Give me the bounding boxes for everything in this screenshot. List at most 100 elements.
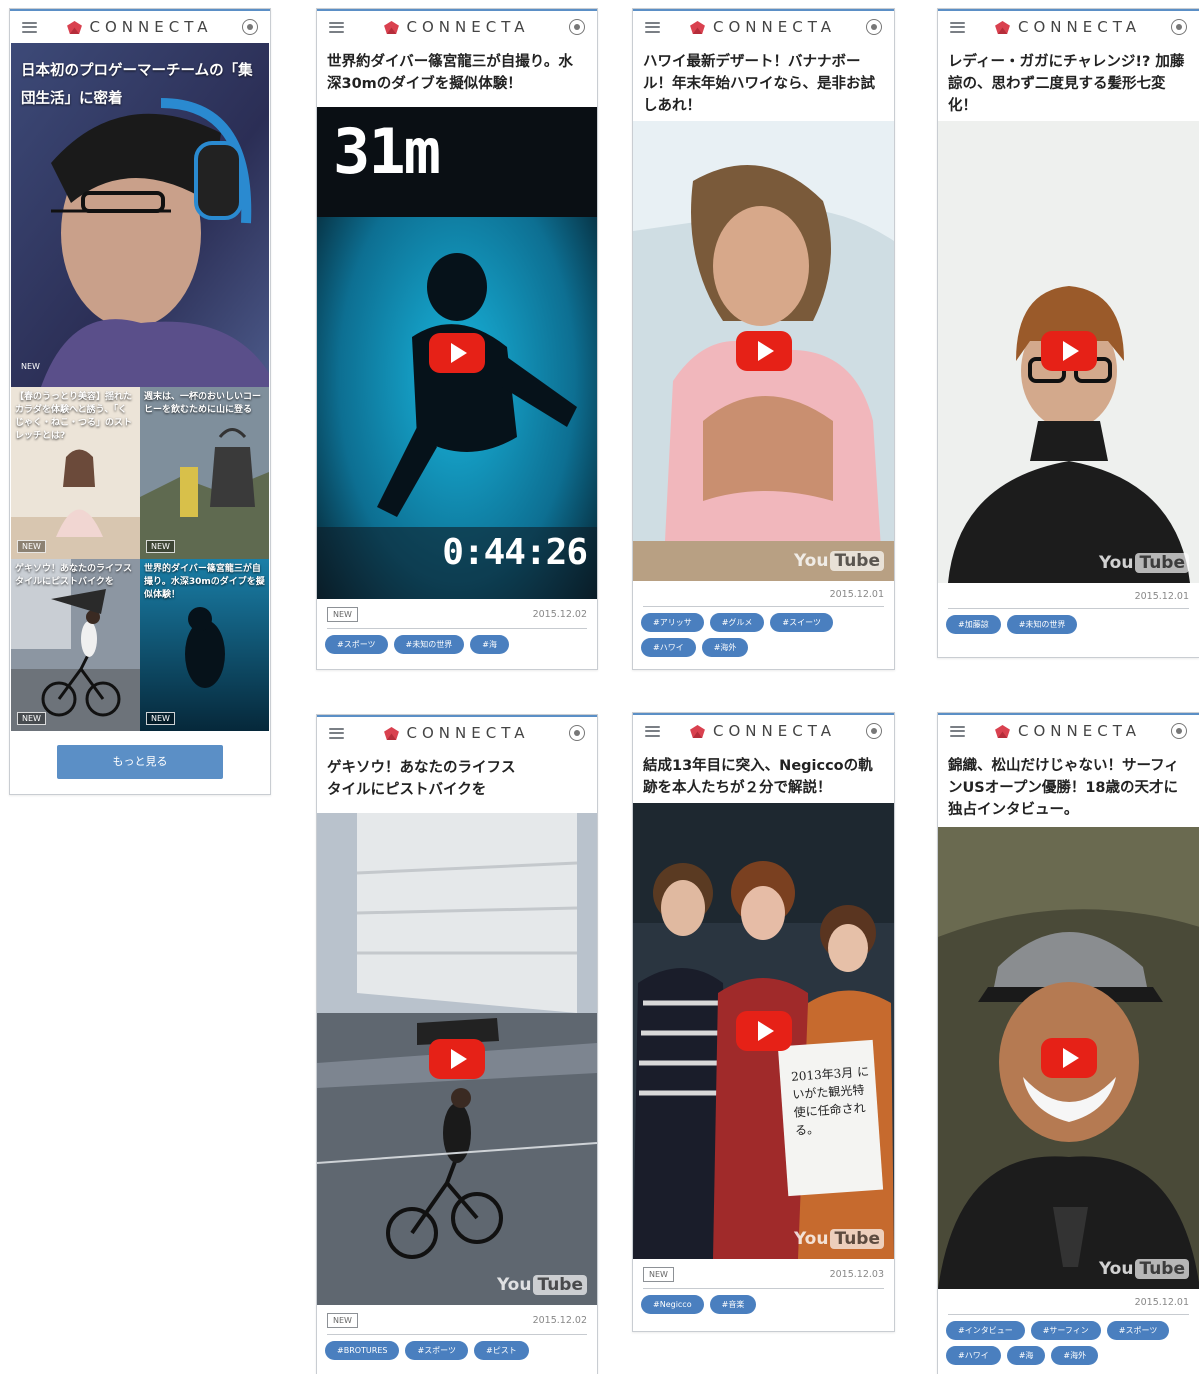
- settings-icon[interactable]: [1171, 723, 1187, 739]
- app-header: CONNECTA: [317, 715, 597, 749]
- grid-article-stretch[interactable]: 【春のうっとり美容】揺れたカラダを体験へと誘う、「くじゃく・ねこ・つる」のストレ…: [11, 387, 140, 559]
- publish-date: 2015.12.03: [829, 1269, 884, 1280]
- menu-icon[interactable]: [22, 21, 37, 33]
- publish-date: 2015.12.01: [1134, 1297, 1189, 1308]
- tag-list: #BROTURES #スポーツ #ピスト: [317, 1341, 597, 1366]
- tag[interactable]: #加藤諒: [946, 615, 1001, 634]
- tag-list: #スポーツ #未知の世界 #海: [317, 635, 597, 660]
- brand-logo[interactable]: CONNECTA: [995, 722, 1141, 740]
- settings-icon[interactable]: [866, 19, 882, 35]
- youtube-logo: You Tube: [1099, 553, 1189, 573]
- video-player[interactable]: You Tube: [317, 813, 597, 1305]
- tag[interactable]: #アリッサ: [641, 613, 704, 632]
- menu-icon[interactable]: [645, 725, 660, 737]
- grid-article-title: 世界的ダイバー篠宮龍三が自撮り。水深30mのダイブを擬似体験！: [144, 564, 265, 600]
- brand-name: CONNECTA: [406, 18, 530, 36]
- play-icon[interactable]: [1040, 1038, 1097, 1078]
- tag[interactable]: #ハワイ: [641, 638, 696, 657]
- tag[interactable]: #未知の世界: [393, 635, 465, 654]
- brand-name: CONNECTA: [89, 18, 213, 36]
- divider: [643, 606, 884, 607]
- article-meta: NEW 2015.12.02: [317, 599, 597, 626]
- brand-name: CONNECTA: [713, 722, 836, 740]
- video-player[interactable]: 31m 0:44:26: [317, 107, 597, 599]
- sign-text: 2013年3月 にいがた観光特使に任命される。: [790, 1064, 870, 1138]
- menu-icon[interactable]: [950, 725, 965, 737]
- menu-icon[interactable]: [645, 21, 660, 33]
- brand-logo[interactable]: CONNECTA: [995, 18, 1141, 36]
- tag[interactable]: #グルメ: [709, 613, 765, 632]
- brand-logo[interactable]: CONNECTA: [66, 18, 213, 36]
- tag[interactable]: #海外: [1051, 1346, 1099, 1365]
- video-player[interactable]: 2013年3月 にいがた観光特使に任命される。 You Tube: [633, 803, 894, 1259]
- new-badge: NEW: [17, 712, 46, 725]
- article-meta: NEW 2015.12.02: [317, 1305, 597, 1332]
- home-content: 日本初のプロゲーマーチームの「集団生活」に密着 NEW 【春のうっとり美容】揺れ…: [10, 43, 270, 779]
- tag[interactable]: #スポーツ: [1106, 1321, 1170, 1340]
- menu-icon[interactable]: [329, 727, 344, 739]
- divider: [643, 1288, 884, 1289]
- hero-title: 日本初のプロゲーマーチームの「集団生活」に密着: [21, 63, 253, 107]
- article-meta: 2015.12.01: [938, 1289, 1199, 1312]
- settings-icon[interactable]: [866, 723, 882, 739]
- settings-icon[interactable]: [1171, 19, 1187, 35]
- tag[interactable]: #スイーツ: [770, 613, 833, 632]
- video-player[interactable]: You Tube: [938, 121, 1199, 583]
- video-player[interactable]: You Tube: [633, 121, 894, 581]
- grid-article-title: 週末は、一杯のおいしいコーヒーを飲むために山に登る: [144, 392, 262, 415]
- new-badge: NEW: [17, 540, 46, 553]
- settings-icon[interactable]: [569, 725, 585, 741]
- grid-article-title: ゲキソウ！あなたのライフスタイルにピストバイクを: [15, 564, 133, 587]
- youtube-logo: You Tube: [794, 1229, 884, 1249]
- play-icon[interactable]: [735, 331, 792, 371]
- play-icon[interactable]: [735, 1011, 792, 1051]
- play-icon[interactable]: [1040, 331, 1097, 371]
- phone-video-negicco: CONNECTA 結成13年目に突入、Negiccoの軌跡を本人たちが２分で解説…: [632, 712, 895, 1332]
- youtube-logo: You Tube: [497, 1275, 587, 1295]
- publish-date: 2015.12.02: [532, 1315, 587, 1326]
- article-title: 錦織、松山だけじゃない！サーフィンUSオープン優勝！18歳の天才に独占インタビュ…: [948, 758, 1179, 818]
- tag[interactable]: #海: [1006, 1346, 1046, 1365]
- tag[interactable]: #未知の世界: [1006, 615, 1078, 634]
- new-badge: NEW: [146, 540, 175, 553]
- grid-article-bike[interactable]: ゲキソウ！あなたのライフスタイルにピストバイクを NEW: [11, 559, 140, 731]
- settings-icon[interactable]: [242, 19, 258, 35]
- tag[interactable]: #サーフィン: [1030, 1321, 1101, 1340]
- more-button[interactable]: もっと見る: [57, 745, 223, 779]
- app-header: CONNECTA: [633, 713, 894, 747]
- hero-article[interactable]: 日本初のプロゲーマーチームの「集団生活」に密着 NEW: [11, 43, 269, 387]
- tag[interactable]: #スポーツ: [325, 635, 388, 654]
- article-title: レディー・ガガにチャレンジ!? 加藤 諒の、思わず二度見する髪形七変化！: [948, 54, 1185, 114]
- article-meta: NEW 2015.12.03: [633, 1259, 894, 1286]
- app-header: CONNECTA: [938, 713, 1199, 747]
- connecta-logo-icon: [383, 726, 399, 740]
- brand-name: CONNECTA: [713, 18, 836, 36]
- tag[interactable]: #スポーツ: [405, 1341, 469, 1360]
- brand-logo[interactable]: CONNECTA: [690, 18, 836, 36]
- brand-logo[interactable]: CONNECTA: [383, 724, 530, 742]
- tag[interactable]: #海外: [701, 638, 749, 657]
- play-icon[interactable]: [429, 333, 485, 373]
- new-badge: NEW: [643, 1267, 674, 1282]
- tag[interactable]: #海: [470, 635, 509, 654]
- menu-icon[interactable]: [329, 21, 344, 33]
- grid-article-coffee[interactable]: 週末は、一杯のおいしいコーヒーを飲むために山に登る NEW: [140, 387, 269, 559]
- menu-icon[interactable]: [950, 21, 965, 33]
- app-header: CONNECTA: [317, 9, 597, 43]
- tag[interactable]: #BROTURES: [325, 1341, 400, 1360]
- tag[interactable]: #ハワイ: [946, 1346, 1001, 1365]
- grid-article-title: 【春のうっとり美容】揺れたカラダを体験へと誘う、「くじゃく・ねこ・つる」のストレ…: [15, 392, 133, 441]
- brand-logo[interactable]: CONNECTA: [383, 18, 530, 36]
- play-icon[interactable]: [429, 1039, 485, 1079]
- article-grid: 【春のうっとり美容】揺れたカラダを体験へと誘う、「くじゃく・ねこ・つる」のストレ…: [11, 387, 269, 731]
- tag[interactable]: #ピスト: [474, 1341, 529, 1360]
- brand-logo[interactable]: CONNECTA: [690, 722, 836, 740]
- video-player[interactable]: You Tube: [938, 827, 1199, 1289]
- grid-article-diver[interactable]: 世界的ダイバー篠宮龍三が自撮り。水深30mのダイブを擬似体験！ NEW: [140, 559, 269, 731]
- connecta-logo-icon: [66, 20, 82, 34]
- tag[interactable]: #音楽: [709, 1295, 757, 1314]
- tag[interactable]: #Negicco: [641, 1295, 704, 1314]
- settings-icon[interactable]: [569, 19, 585, 35]
- connecta-logo-icon: [383, 20, 399, 34]
- tag[interactable]: #インタビュー: [946, 1321, 1025, 1340]
